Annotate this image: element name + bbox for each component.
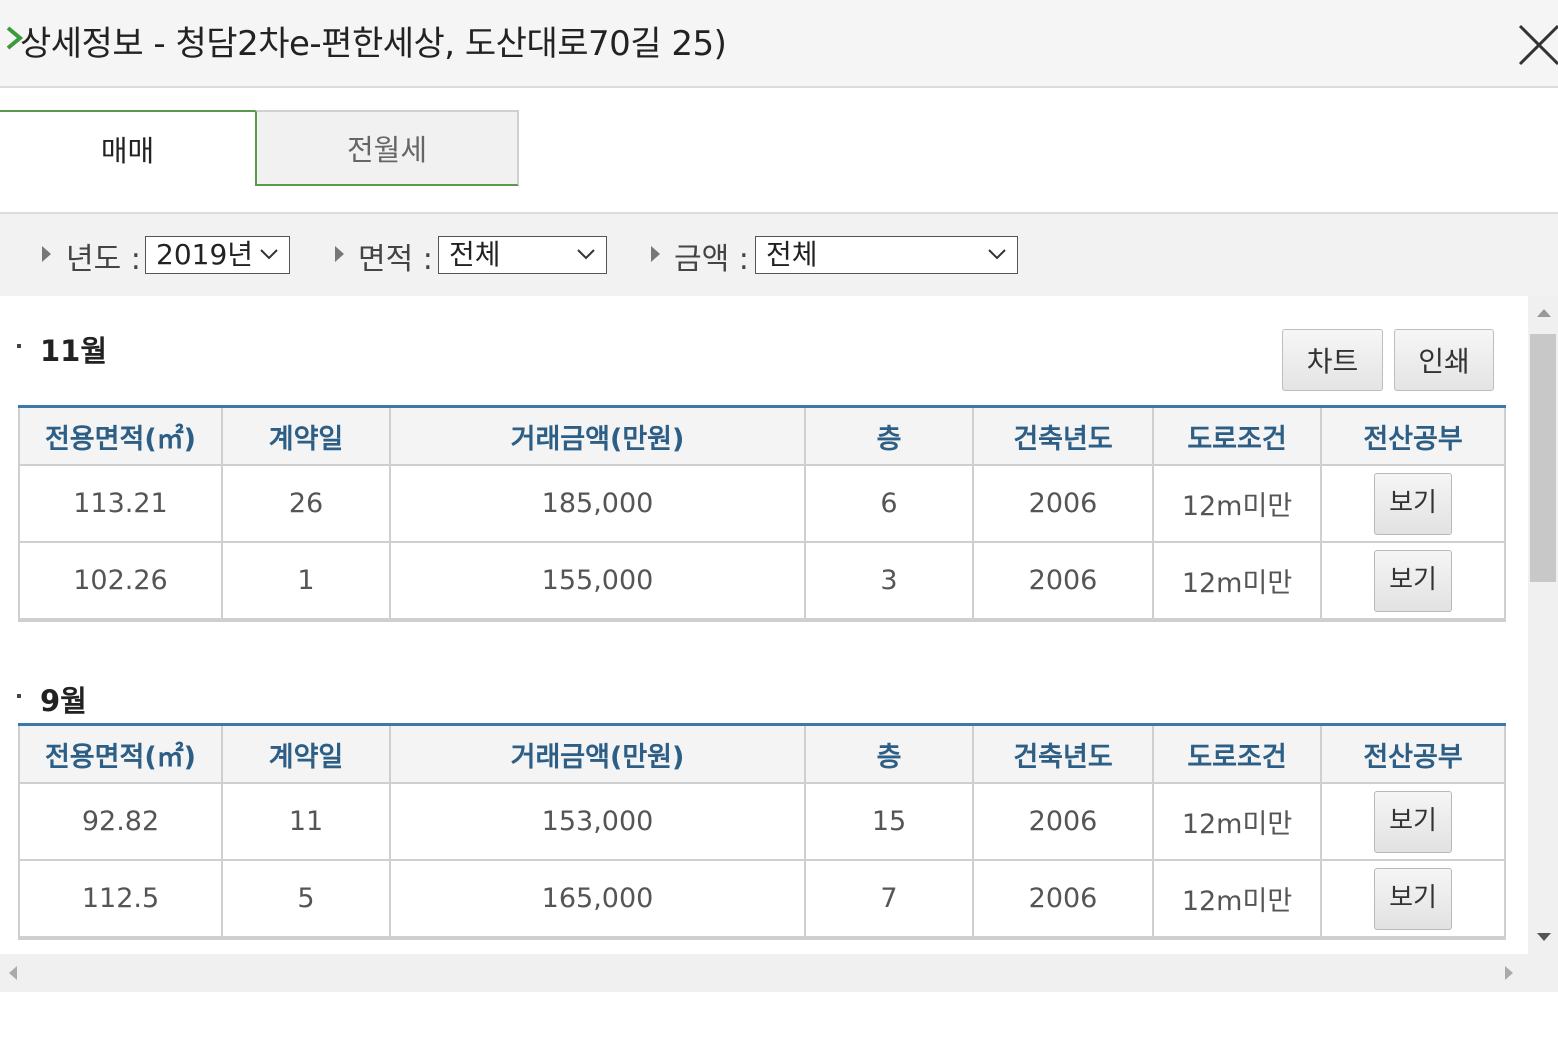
column-header: 전용면적(㎡) — [18, 724, 223, 784]
price-filter-label: 금액 : — [674, 242, 749, 277]
deals-table: 전용면적(㎡) 계약일 거래금액(만원) 층 건축년도 도로조건 전산공부 92… — [18, 723, 1506, 940]
close-icon[interactable] — [1514, 20, 1558, 68]
column-header: 거래금액(만원) — [389, 406, 806, 466]
year-select-value: 2019년 — [156, 238, 254, 271]
floor-cell: 15 — [804, 782, 974, 861]
triangle-right-icon — [651, 246, 660, 262]
day-cell: 5 — [221, 859, 391, 940]
area-cell: 113.21 — [18, 464, 223, 543]
view-button[interactable]: 보기 — [1374, 472, 1452, 535]
column-header: 전용면적(㎡) — [18, 406, 223, 466]
floor-cell: 3 — [804, 541, 974, 622]
tab-bar: 매매 전월세 — [0, 110, 1558, 190]
road-cell: 12m미만 — [1152, 859, 1322, 940]
content-area: 11월 차트 인쇄 전용면적(㎡) 계약일 거래금액(만원) 층 건축년도 도로… — [0, 296, 1528, 954]
bullet-icon — [17, 344, 21, 348]
chevron-down-icon — [260, 249, 278, 260]
record-cell: 보기 — [1320, 859, 1506, 940]
area-cell: 102.26 — [18, 541, 223, 622]
floor-cell: 6 — [804, 464, 974, 543]
column-header: 층 — [804, 724, 974, 784]
vertical-scrollbar[interactable] — [1528, 296, 1558, 954]
scroll-right-icon[interactable] — [1504, 965, 1514, 981]
column-header: 계약일 — [221, 406, 391, 466]
month-title: 9월 — [40, 684, 87, 718]
triangle-right-icon — [42, 246, 51, 262]
year-filter-label: 년도 : — [66, 242, 141, 277]
deals-table: 전용면적(㎡) 계약일 거래금액(만원) 층 건축년도 도로조건 전산공부 11… — [18, 405, 1506, 622]
column-header: 거래금액(만원) — [389, 724, 806, 784]
table-row: 92.82 11 153,000 15 2006 12m미만 보기 — [18, 782, 1506, 861]
year-select[interactable]: 2019년 — [145, 236, 290, 274]
day-cell: 26 — [221, 464, 391, 543]
column-header: 도로조건 — [1152, 724, 1322, 784]
price-cell: 155,000 — [389, 541, 806, 622]
day-cell: 11 — [221, 782, 391, 861]
view-button[interactable]: 보기 — [1374, 549, 1452, 612]
day-cell: 1 — [221, 541, 391, 622]
price-cell: 153,000 — [389, 782, 806, 861]
column-header: 도로조건 — [1152, 406, 1322, 466]
print-button[interactable]: 인쇄 — [1394, 329, 1494, 391]
tab-rent[interactable]: 전월세 — [255, 110, 519, 186]
column-header: 건축년도 — [972, 406, 1154, 466]
chevron-down-icon — [988, 249, 1006, 260]
table-row: 102.26 1 155,000 3 2006 12m미만 보기 — [18, 541, 1506, 622]
floor-cell: 7 — [804, 859, 974, 940]
vertical-scroll-thumb[interactable] — [1530, 334, 1556, 582]
month-title: 11월 — [40, 334, 108, 368]
horizontal-scrollbar[interactable] — [0, 954, 1528, 992]
table-row: 112.5 5 165,000 7 2006 12m미만 보기 — [18, 859, 1506, 940]
chevron-down-icon — [577, 249, 595, 260]
column-header: 건축년도 — [972, 724, 1154, 784]
area-cell: 112.5 — [18, 859, 223, 940]
triangle-right-icon — [335, 246, 344, 262]
tab-sale[interactable]: 매매 — [0, 110, 257, 186]
chart-button[interactable]: 차트 — [1282, 329, 1383, 391]
area-select[interactable]: 전체 — [438, 236, 607, 274]
scroll-left-icon[interactable] — [8, 965, 18, 981]
scroll-up-icon[interactable] — [1536, 308, 1552, 318]
price-cell: 165,000 — [389, 859, 806, 940]
price-select-value: 전체 — [766, 238, 818, 271]
build-year-cell: 2006 — [972, 464, 1154, 543]
area-cell: 92.82 — [18, 782, 223, 861]
scrollbar-corner — [1528, 954, 1558, 992]
table-header-row: 전용면적(㎡) 계약일 거래금액(만원) 층 건축년도 도로조건 전산공부 — [18, 406, 1506, 466]
column-header: 전산공부 — [1320, 724, 1506, 784]
road-cell: 12m미만 — [1152, 541, 1322, 622]
record-cell: 보기 — [1320, 541, 1506, 622]
scroll-down-icon[interactable] — [1536, 932, 1552, 942]
column-header: 계약일 — [221, 724, 391, 784]
price-select[interactable]: 전체 — [755, 236, 1018, 274]
view-button[interactable]: 보기 — [1374, 790, 1452, 853]
title-bar: 상세정보 - 청담2차e-편한세상, 도산대로70길 25) — [0, 0, 1558, 88]
build-year-cell: 2006 — [972, 782, 1154, 861]
build-year-cell: 2006 — [972, 859, 1154, 940]
column-header: 층 — [804, 406, 974, 466]
view-button[interactable]: 보기 — [1374, 867, 1452, 930]
road-cell: 12m미만 — [1152, 464, 1322, 543]
price-cell: 185,000 — [389, 464, 806, 543]
table-header-row: 전용면적(㎡) 계약일 거래금액(만원) 층 건축년도 도로조건 전산공부 — [18, 724, 1506, 784]
filter-bar: 년도 : 2019년 면적 : 전체 금액 : 전체 — [0, 212, 1558, 298]
column-header: 전산공부 — [1320, 406, 1506, 466]
area-select-value: 전체 — [449, 238, 501, 271]
bullet-icon — [17, 694, 21, 698]
build-year-cell: 2006 — [972, 541, 1154, 622]
area-filter-label: 면적 : — [358, 242, 433, 277]
record-cell: 보기 — [1320, 782, 1506, 861]
table-row: 113.21 26 185,000 6 2006 12m미만 보기 — [18, 464, 1506, 543]
road-cell: 12m미만 — [1152, 782, 1322, 861]
record-cell: 보기 — [1320, 464, 1506, 543]
window-title: 상세정보 - 청담2차e-편한세상, 도산대로70길 25) — [20, 24, 727, 64]
